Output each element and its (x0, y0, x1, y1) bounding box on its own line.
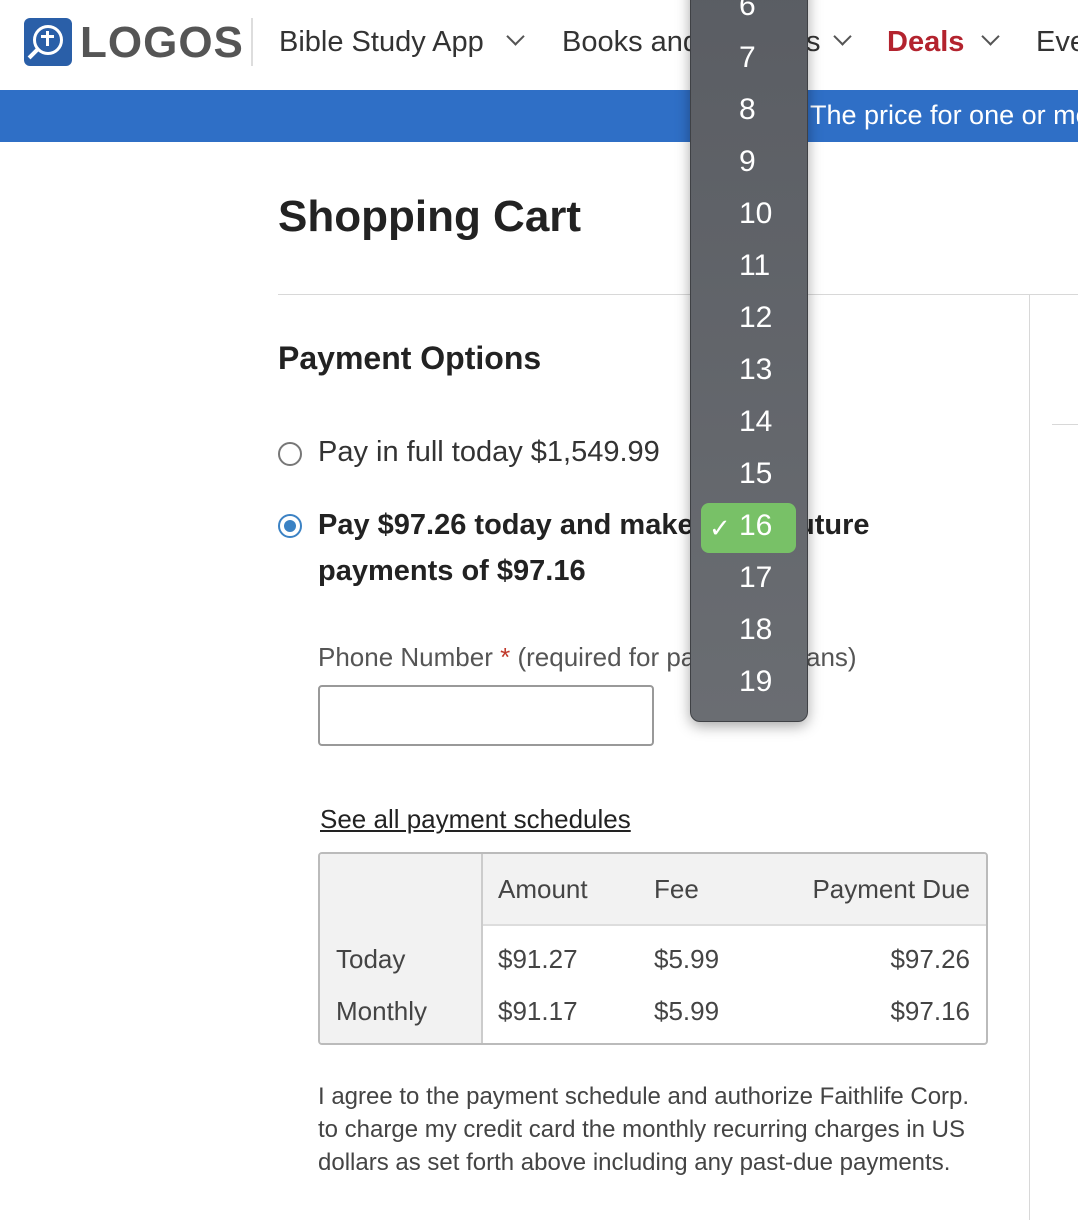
phone-number-label: Phone Number * (required for pa (318, 642, 695, 673)
phone-hint-start: (required for pa (517, 642, 696, 672)
payment-options-title: Payment Options (278, 340, 542, 376)
chevron-down-icon[interactable] (506, 27, 525, 46)
row-today-amount: $91.27 (498, 944, 578, 974)
row-today-fee: $5.99 (654, 944, 720, 974)
dropdown-option-10[interactable]: 10 (739, 197, 772, 231)
logo-text[interactable]: LOGOS (80, 18, 244, 68)
dropdown-option-13[interactable]: 13 (739, 353, 772, 387)
header-payment-due: Payment Due (812, 874, 970, 904)
dropdown-option-9[interactable]: 9 (739, 145, 756, 179)
nav-divider (251, 18, 253, 66)
header-amount: Amount (498, 874, 588, 904)
row-today-due: $97.26 (890, 944, 970, 974)
payment-count-dropdown-menu[interactable]: ✓ 6 7 8 9 10 11 12 13 14 15 16 17 18 19 (690, 0, 808, 722)
required-marker: * (500, 642, 511, 672)
row-monthly-fee: $5.99 (654, 996, 720, 1026)
sidebar-divider (1029, 295, 1030, 1220)
dropdown-option-7[interactable]: 7 (739, 41, 756, 75)
nav-item-books-tail[interactable]: s (806, 26, 821, 59)
header-fee: Fee (654, 874, 699, 904)
row-today-label: Today (336, 944, 406, 974)
dropdown-option-18[interactable]: 18 (739, 613, 772, 647)
payment-plan-label-line1[interactable]: Pay $97.26 today and make (318, 502, 694, 548)
row-monthly-due: $97.16 (890, 996, 970, 1026)
dropdown-option-6[interactable]: 6 (739, 0, 756, 23)
see-all-payment-schedules-link[interactable]: See all payment schedules (320, 804, 631, 835)
dropdown-option-8[interactable]: 8 (739, 93, 756, 127)
phone-hint-end: ans) (806, 642, 857, 672)
chevron-down-icon[interactable] (833, 27, 852, 46)
payment-plan-label-line2[interactable]: payments of $97.16 (318, 548, 586, 594)
phone-number-input[interactable] (318, 685, 654, 746)
row-monthly-amount: $91.17 (498, 996, 578, 1026)
payment-schedule-table: Amount Fee Payment Due Today $91.27 $5.9… (318, 852, 988, 1045)
row-monthly-label: Monthly (336, 996, 428, 1026)
phone-label-text: Phone Number (318, 642, 493, 672)
pay-in-full-radio[interactable] (278, 442, 302, 466)
banner-text: The price for one or mo (810, 100, 1078, 130)
page-title: Shopping Cart (278, 192, 582, 241)
nav-item-events[interactable]: Eve (1036, 26, 1078, 59)
sidebar-divider-horizontal (1052, 424, 1078, 425)
payment-agreement-text: I agree to the payment schedule and auth… (318, 1083, 970, 1176)
dropdown-option-17[interactable]: 17 (739, 561, 772, 595)
price-notice-banner: The price for one or mo (0, 90, 1078, 142)
nav-item-bible-study-app[interactable]: Bible Study App (279, 26, 484, 59)
dropdown-option-14[interactable]: 14 (739, 405, 772, 439)
pay-in-full-label[interactable]: Pay in full today $1,549.99 (318, 436, 660, 469)
checkmark-icon: ✓ (709, 513, 731, 543)
dropdown-option-12[interactable]: 12 (739, 301, 772, 335)
logos-logo-icon[interactable] (24, 18, 72, 66)
divider (278, 294, 1078, 295)
payment-plan-radio[interactable] (278, 514, 302, 538)
chevron-down-icon[interactable] (981, 27, 1000, 46)
dropdown-option-19[interactable]: 19 (739, 665, 772, 699)
dropdown-option-15[interactable]: 15 (739, 457, 772, 491)
nav-item-books[interactable]: Books and (562, 26, 699, 59)
nav-item-deals[interactable]: Deals (887, 26, 964, 59)
dropdown-option-16[interactable]: 16 (739, 509, 772, 543)
dropdown-option-11[interactable]: 11 (739, 249, 770, 283)
top-navigation: LOGOS Bible Study App Books and s Deals … (0, 0, 1078, 90)
